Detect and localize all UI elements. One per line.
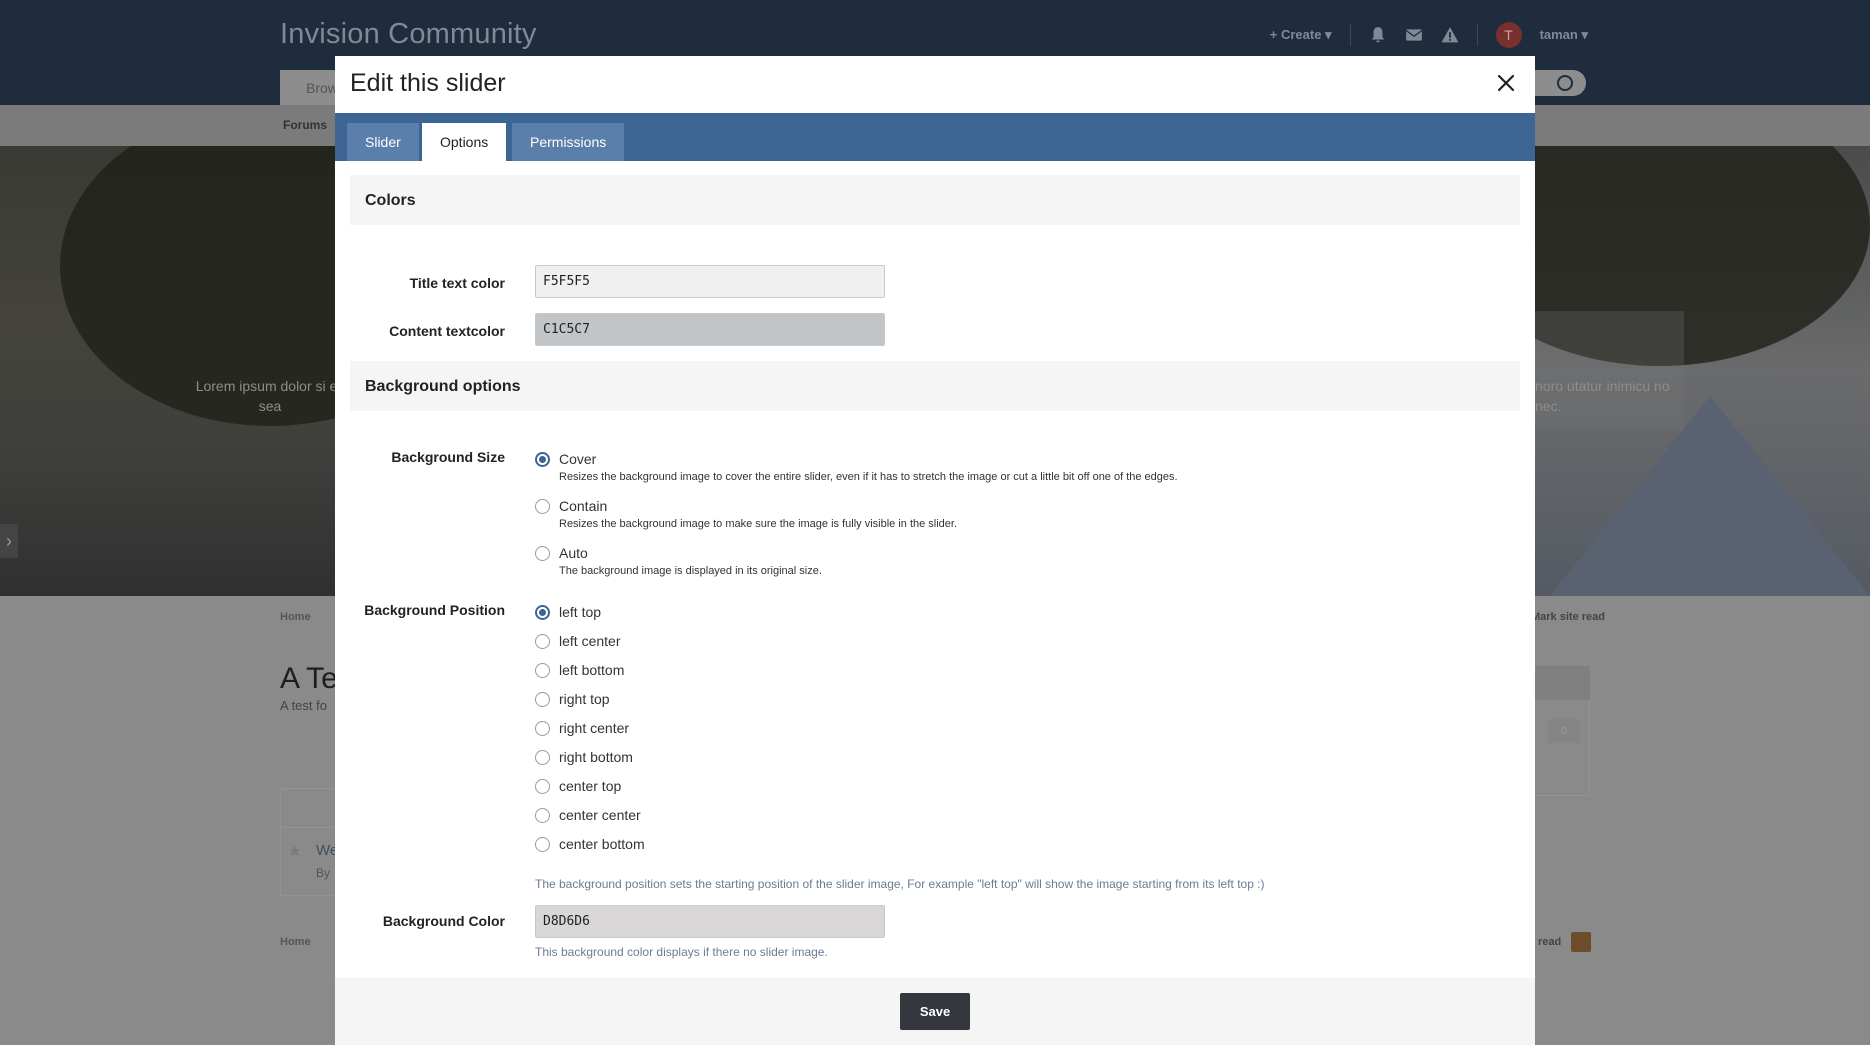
- background-position-label: Background Position: [364, 602, 505, 618]
- modal-content: Colors Title text color F5F5F5 Content t…: [335, 161, 1535, 978]
- mark-site-read-link[interactable]: Mark site read: [1531, 611, 1605, 623]
- hero-caption-right: noro utatur inimicu no nec.: [1535, 378, 1670, 414]
- radio-description: The background image is displayed in its…: [559, 565, 822, 577]
- avatar[interactable]: T: [1495, 22, 1522, 48]
- radio-label: right bottom: [559, 749, 633, 765]
- radio-center-top[interactable]: center top: [535, 778, 621, 794]
- radio-label: center top: [559, 778, 622, 794]
- create-button[interactable]: + Create ▾: [1270, 27, 1332, 43]
- radio-button[interactable]: [535, 604, 550, 620]
- radio-description: Resizes the background image to make sur…: [559, 518, 958, 530]
- radio-center-center[interactable]: center center: [535, 807, 641, 823]
- radio-left-bottom[interactable]: left bottom: [535, 662, 624, 678]
- background-color-label: Background Color: [382, 913, 505, 929]
- radio-button[interactable]: [535, 633, 550, 649]
- radio-right-bottom[interactable]: right bottom: [535, 749, 633, 765]
- forum-title: A Te: [280, 662, 338, 695]
- sidebar-count: 0: [1548, 719, 1580, 743]
- radio-button[interactable]: [535, 720, 550, 736]
- user-bar: + Create ▾ T taman ▾: [1270, 22, 1588, 48]
- radio-label: left bottom: [559, 662, 625, 678]
- title-text-color-label: Title text color: [409, 275, 505, 291]
- bell-icon[interactable]: [1369, 26, 1387, 44]
- radio-label: left top: [559, 604, 602, 620]
- hero-prev-arrow[interactable]: ›: [0, 524, 18, 558]
- radio-button[interactable]: [535, 498, 550, 514]
- radio-label: Cover: [559, 451, 597, 467]
- radio-button[interactable]: [535, 662, 550, 678]
- save-button[interactable]: Save: [900, 993, 970, 1030]
- radio-label: left center: [559, 633, 621, 649]
- tab-options[interactable]: Options: [422, 123, 507, 161]
- section-background-options: Background options: [350, 361, 1520, 411]
- radio-button[interactable]: [535, 451, 550, 467]
- content-text-color-input[interactable]: C1C5C7: [535, 313, 885, 346]
- star-icon: ★: [288, 843, 302, 860]
- radio-label: center center: [559, 807, 641, 823]
- radio-label: center bottom: [559, 836, 645, 852]
- radio-label: right center: [559, 720, 630, 736]
- sidebar-widget: [1534, 700, 1590, 796]
- radio-label: Auto: [559, 545, 588, 561]
- modal-title: Edit this slider: [350, 69, 506, 97]
- content-text-color-label: Content textcolor: [389, 323, 505, 339]
- background-color-hint: This background color displays if there …: [535, 945, 828, 959]
- title-text-color-input[interactable]: F5F5F5: [535, 265, 885, 298]
- close-icon[interactable]: [1491, 68, 1521, 98]
- radio-description: Resizes the background image to cover th…: [559, 471, 1178, 483]
- radio-right-center[interactable]: right center: [535, 720, 629, 736]
- tab-bar: Slider Options Permissions: [335, 113, 1535, 161]
- edit-slider-modal: Edit this slider Slider Options Permissi…: [335, 56, 1535, 1045]
- divider: [1476, 24, 1478, 46]
- warning-icon[interactable]: [1441, 26, 1459, 44]
- radio-button[interactable]: [535, 807, 550, 823]
- radio-button[interactable]: [535, 749, 550, 765]
- background-position-hint: The background position sets the startin…: [535, 877, 1265, 891]
- breadcrumb-bottom[interactable]: Home: [280, 936, 311, 948]
- radio-button[interactable]: [535, 691, 550, 707]
- radio-button[interactable]: [535, 836, 550, 852]
- radio-cover[interactable]: Cover: [535, 451, 596, 467]
- background-size-label: Background Size: [391, 449, 505, 465]
- radio-center-bottom[interactable]: center bottom: [535, 836, 645, 852]
- mark-read-link[interactable]: read: [1538, 936, 1561, 948]
- username[interactable]: taman ▾: [1540, 27, 1588, 43]
- forum-description: A test fo: [280, 698, 327, 713]
- radio-left-center[interactable]: left center: [535, 633, 620, 649]
- subnav-forums[interactable]: Forums: [283, 118, 327, 132]
- modal-header: Edit this slider: [335, 56, 1535, 113]
- topic-author: By: [316, 866, 331, 880]
- breadcrumb[interactable]: Home: [280, 611, 311, 623]
- modal-footer: Save: [335, 978, 1535, 1045]
- section-colors: Colors: [350, 175, 1520, 225]
- tab-permissions[interactable]: Permissions: [512, 123, 625, 161]
- rss-icon[interactable]: [1571, 932, 1591, 952]
- tab-slider[interactable]: Slider: [347, 123, 419, 161]
- radio-auto[interactable]: Auto: [535, 545, 588, 561]
- search-icon[interactable]: [1557, 75, 1573, 91]
- background-color-input[interactable]: D8D6D6: [535, 905, 885, 938]
- radio-button[interactable]: [535, 545, 550, 561]
- radio-contain[interactable]: Contain: [535, 498, 607, 514]
- radio-left-top[interactable]: left top: [535, 604, 601, 620]
- radio-right-top[interactable]: right top: [535, 691, 610, 707]
- radio-button[interactable]: [535, 778, 550, 794]
- divider: [1349, 24, 1351, 46]
- envelope-icon[interactable]: [1405, 26, 1423, 44]
- hero-caption-left: Lorem ipsum dolor si ex sea: [195, 378, 345, 414]
- radio-label: right top: [559, 691, 610, 707]
- site-title[interactable]: Invision Community: [280, 18, 537, 51]
- sidebar-widget-header: [1534, 666, 1590, 700]
- radio-label: Contain: [559, 498, 608, 514]
